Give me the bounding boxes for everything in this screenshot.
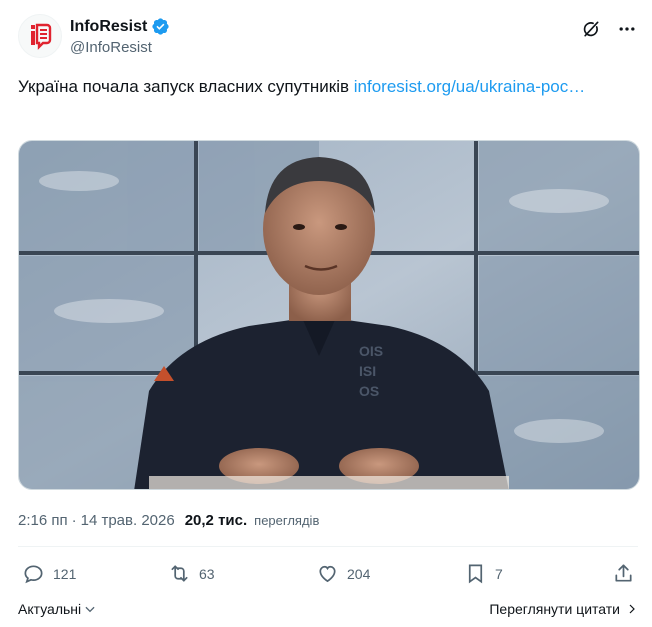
like-icon	[319, 565, 336, 583]
meta-separator: ·	[71, 512, 77, 529]
svg-text:OIS: OIS	[359, 343, 383, 359]
repost-icon	[171, 565, 188, 582]
tweet-body: Україна почала запуск власних супутників	[18, 77, 354, 96]
inforesist-logo-icon	[31, 23, 52, 50]
bookmark-count: 7	[495, 565, 503, 582]
tweet-text: Україна почала запуск власних супутників…	[18, 74, 618, 100]
share-icon	[615, 564, 632, 582]
verified-badge-icon	[152, 18, 169, 35]
tweet-photo[interactable]: OIS ISI OS	[18, 140, 640, 490]
svg-text:OS: OS	[359, 383, 379, 399]
like-count: 204	[347, 565, 371, 582]
reply-count: 121	[53, 565, 77, 582]
handle[interactable]: @InfoResist	[70, 39, 170, 56]
reply-icon	[24, 565, 43, 584]
sort-dropdown[interactable]: Актуальні	[18, 601, 97, 617]
bookmark-icon	[468, 564, 483, 584]
tweet-link[interactable]: inforesist.org/ua/ukraina-рос…	[354, 77, 586, 96]
tweet-meta: 2:16 пп · 14 трав. 2026 20,2 тис. перегл…	[18, 512, 319, 529]
bookmark-button[interactable]: 7	[464, 562, 503, 585]
view-quotes-link[interactable]: Переглянути цитати	[489, 601, 638, 617]
chevron-down-icon	[85, 606, 95, 613]
tweet-header: InfoResist @InfoResist	[18, 14, 638, 62]
tweet-time[interactable]: 2:16 пп	[18, 512, 68, 529]
man-portrait-image: OIS ISI OS	[19, 141, 639, 489]
like-button[interactable]: 204	[316, 562, 370, 585]
grok-icon[interactable]	[580, 18, 602, 40]
chevron-right-icon	[629, 604, 635, 614]
reply-button[interactable]: 121	[22, 562, 76, 585]
repost-count: 63	[199, 565, 215, 582]
action-bar: 121 63 204 7	[18, 562, 636, 590]
sort-label: Актуальні	[18, 601, 82, 617]
quotes-label: Переглянути цитати	[489, 601, 620, 617]
views-count: 20,2 тис.	[184, 512, 248, 529]
display-name[interactable]: InfoResist	[70, 18, 147, 36]
tweet-date[interactable]: 14 трав. 2026	[81, 512, 175, 529]
avatar[interactable]	[18, 14, 62, 58]
more-icon[interactable]	[616, 18, 638, 40]
svg-text:ISI: ISI	[359, 363, 376, 379]
repost-button[interactable]: 63	[168, 562, 215, 585]
divider-top	[18, 546, 638, 547]
share-button[interactable]	[612, 562, 635, 585]
views-label: переглядів	[254, 513, 320, 528]
